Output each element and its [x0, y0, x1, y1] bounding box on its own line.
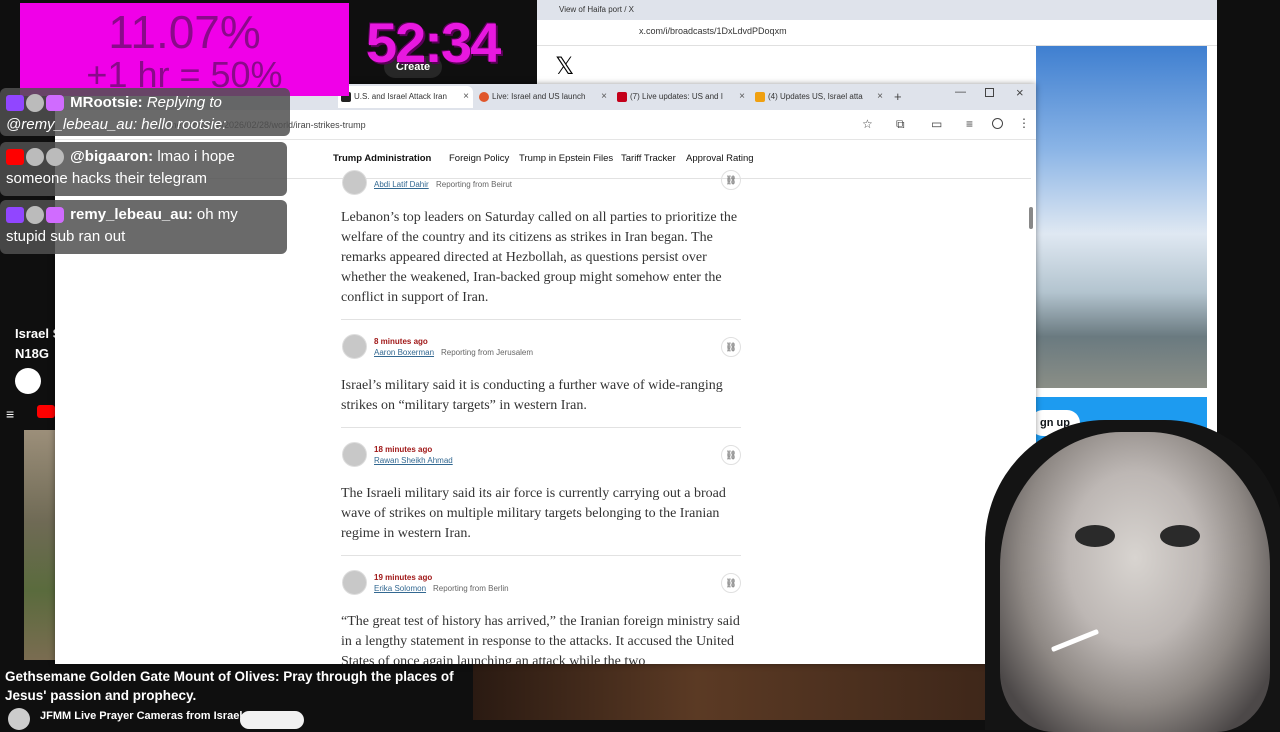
- post-author[interactable]: Erika Solomon: [374, 584, 426, 593]
- tab-search-icon[interactable]: ≡: [966, 117, 973, 131]
- post-divider: [341, 319, 741, 320]
- nav-approval-rating[interactable]: Approval Rating: [686, 153, 754, 164]
- tab-title: (7) Live updates: US and I: [630, 92, 723, 101]
- x-logo[interactable]: 𝕏: [537, 46, 599, 86]
- author-avatar: [342, 170, 367, 195]
- monkey-eye: [1075, 525, 1115, 547]
- post-location: Reporting from Beirut: [436, 180, 513, 189]
- author-avatar: [342, 442, 367, 467]
- post-body-clip: “The great test of history has arrived,”…: [341, 612, 741, 664]
- news-favicon-icon: [479, 92, 489, 102]
- tab-live-israel[interactable]: Live: Israel and US launch ×: [476, 86, 611, 108]
- avatar: [46, 148, 64, 167]
- twitch-icon: [6, 207, 24, 224]
- stream-timer: 52:34: [366, 11, 501, 74]
- media-icon[interactable]: ▭: [931, 117, 942, 131]
- x-url-text: x.com/i/broadcasts/1DxLdvdPDoqxm: [639, 26, 787, 36]
- tab-title: Live: Israel and US launch: [492, 92, 586, 101]
- monkey-eye: [1160, 525, 1200, 547]
- sub-badge-icon: [46, 95, 64, 112]
- stream-percentage: 11.07%: [108, 6, 261, 58]
- post-author[interactable]: Abdi Latif Dahir: [374, 180, 429, 189]
- extensions-icon[interactable]: ⧉: [896, 117, 905, 132]
- post-author[interactable]: Rawan Sheikh Ahmad: [374, 456, 453, 465]
- new-tab-icon[interactable]: +: [894, 89, 902, 104]
- tab-title: (4) Updates US, Israel atta: [768, 92, 863, 101]
- post-body: Lebanon’s top leaders on Saturday called…: [341, 210, 738, 305]
- hamburger-menu-icon[interactable]: ≡: [6, 406, 14, 422]
- chat-message: remy_lebeau_au: oh my stupid sub ran out: [0, 200, 287, 254]
- copy-link-icon[interactable]: ⛓: [721, 337, 741, 357]
- tab-ap-updates[interactable]: (7) Live updates: US and I ×: [614, 86, 749, 108]
- nav-trump-epstein[interactable]: Trump in Epstein Files: [519, 153, 613, 164]
- youtube-video-preview[interactable]: [473, 664, 1033, 720]
- close-tab-icon[interactable]: ×: [739, 86, 745, 108]
- post-location: Reporting from Jerusalem: [441, 348, 534, 357]
- close-tab-icon[interactable]: ×: [877, 86, 883, 108]
- post-divider: [341, 555, 741, 556]
- post-timestamp[interactable]: 18 minutes ago: [374, 445, 432, 454]
- sub-badge-icon: [46, 207, 64, 224]
- chat-message: @bigaaron: lmao i hope someone hacks the…: [0, 142, 287, 196]
- nav-tariff-tracker[interactable]: Tariff Tracker: [621, 153, 676, 164]
- more-menu-icon[interactable]: ⋮: [1018, 116, 1030, 130]
- subscribe-button[interactable]: [240, 711, 304, 729]
- copy-link-icon[interactable]: ⛓: [721, 170, 741, 190]
- ap-favicon-icon: [617, 92, 627, 102]
- close-tab-icon[interactable]: ×: [601, 86, 607, 108]
- monkey-webcam-overlay: [1000, 432, 1270, 732]
- close-window-icon[interactable]: ×: [1016, 85, 1024, 100]
- youtube-channel-name[interactable]: JFMM Live Prayer Cameras from Israel: [40, 710, 242, 722]
- youtube-video-title[interactable]: Gethsemane Golden Gate Mount of Olives: …: [5, 667, 465, 705]
- bookmark-star-icon[interactable]: ☆: [862, 117, 873, 131]
- x-tab-title[interactable]: View of Haifa port / X: [559, 0, 634, 20]
- post-timestamp[interactable]: 8 minutes ago: [374, 337, 428, 346]
- haifa-port-stream-image: [1036, 46, 1207, 388]
- avatar: [26, 94, 44, 113]
- youtube-logo-icon[interactable]: [37, 405, 55, 418]
- post-body: “The great test of history has arrived,”…: [341, 614, 740, 664]
- twitch-icon: [6, 95, 24, 112]
- author-avatar: [342, 334, 367, 359]
- post-body: The Israeli military said its air force …: [341, 486, 726, 541]
- maximize-icon[interactable]: [985, 88, 994, 97]
- minimize-icon[interactable]: —: [955, 86, 966, 98]
- chat-username: MRootsie:: [70, 94, 143, 111]
- chat-message: MRootsie: Replying to @remy_lebeau_au: h…: [0, 88, 290, 136]
- author-avatar: [342, 570, 367, 595]
- profile-icon[interactable]: [992, 118, 1003, 129]
- x-logo-icon: 𝕏: [555, 53, 575, 80]
- tab-nyt-live[interactable]: U.S. and Israel Attack Iran ×: [338, 86, 473, 108]
- tab-title: U.S. and Israel Attack Iran: [354, 92, 447, 101]
- copy-link-icon[interactable]: ⛓: [721, 573, 741, 593]
- close-tab-icon[interactable]: ×: [463, 86, 469, 108]
- post-timestamp[interactable]: 19 minutes ago: [374, 573, 432, 582]
- post-body: Israel’s military said it is conducting …: [341, 378, 723, 413]
- tab-updates-us[interactable]: (4) Updates US, Israel atta ×: [752, 86, 887, 108]
- avatar: [26, 206, 44, 225]
- page-scrollbar[interactable]: [1029, 207, 1033, 229]
- copy-link-icon[interactable]: ⛓: [721, 445, 741, 465]
- youtube-side-subtitle: N18G: [15, 346, 49, 361]
- news-favicon-icon: [755, 92, 765, 102]
- channel-avatar[interactable]: [15, 368, 41, 394]
- x-tab-bar: View of Haifa port / X: [537, 0, 1217, 20]
- channel-avatar-bottom[interactable]: [8, 708, 30, 730]
- youtube-icon: [6, 149, 24, 166]
- chat-username: remy_lebeau_au:: [70, 206, 193, 223]
- post-author[interactable]: Aaron Boxerman: [374, 348, 434, 357]
- post-location: Reporting from Berlin: [433, 584, 509, 593]
- nav-foreign-policy[interactable]: Foreign Policy: [449, 153, 509, 164]
- chat-username: @bigaaron:: [70, 148, 154, 165]
- nav-trump-administration[interactable]: Trump Administration: [333, 153, 431, 164]
- post-divider: [341, 427, 741, 428]
- x-url-bar[interactable]: x.com/i/broadcasts/1DxLdvdPDoqxm: [537, 20, 1217, 46]
- avatar: [26, 148, 44, 167]
